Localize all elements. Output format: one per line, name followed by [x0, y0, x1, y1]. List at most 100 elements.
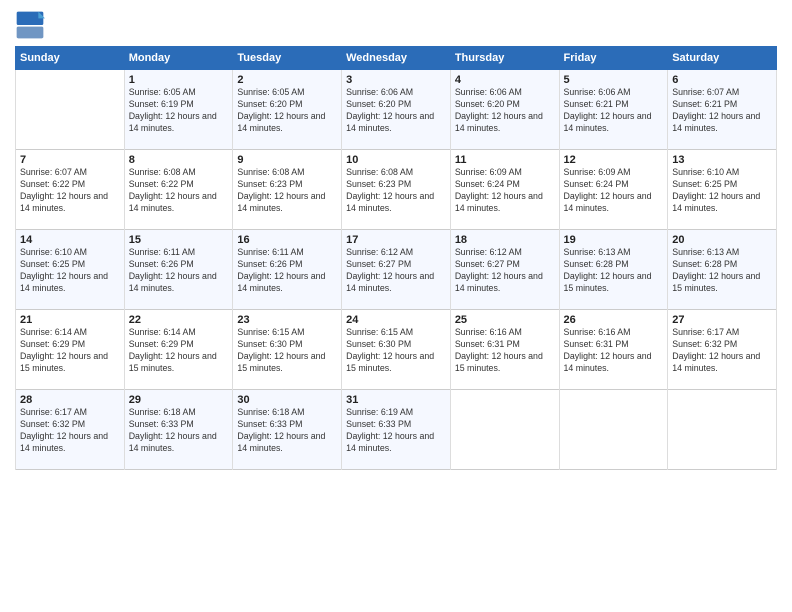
day-number: 20 [672, 234, 772, 246]
day-number: 17 [346, 234, 446, 246]
day-number: 6 [672, 74, 772, 86]
cell-content: Sunrise: 6:10 AM Sunset: 6:25 PM Dayligh… [20, 247, 120, 295]
calendar-table: SundayMondayTuesdayWednesdayThursdayFrid… [15, 46, 777, 470]
day-number: 5 [564, 74, 664, 86]
cell-content: Sunrise: 6:13 AM Sunset: 6:28 PM Dayligh… [564, 247, 664, 295]
cell-content: Sunrise: 6:15 AM Sunset: 6:30 PM Dayligh… [237, 327, 337, 375]
logo [15, 10, 49, 40]
cell-content: Sunrise: 6:12 AM Sunset: 6:27 PM Dayligh… [455, 247, 555, 295]
cell-content: Sunrise: 6:16 AM Sunset: 6:31 PM Dayligh… [455, 327, 555, 375]
cell-content: Sunrise: 6:09 AM Sunset: 6:24 PM Dayligh… [455, 167, 555, 215]
calendar-cell: 13Sunrise: 6:10 AM Sunset: 6:25 PM Dayli… [668, 150, 777, 230]
cell-content: Sunrise: 6:05 AM Sunset: 6:19 PM Dayligh… [129, 87, 229, 135]
calendar-cell [668, 390, 777, 470]
cell-content: Sunrise: 6:07 AM Sunset: 6:22 PM Dayligh… [20, 167, 120, 215]
day-number: 26 [564, 314, 664, 326]
weekday-header-tuesday: Tuesday [233, 47, 342, 70]
calendar-cell: 5Sunrise: 6:06 AM Sunset: 6:21 PM Daylig… [559, 70, 668, 150]
cell-content: Sunrise: 6:08 AM Sunset: 6:22 PM Dayligh… [129, 167, 229, 215]
calendar-cell: 29Sunrise: 6:18 AM Sunset: 6:33 PM Dayli… [124, 390, 233, 470]
calendar-cell: 7Sunrise: 6:07 AM Sunset: 6:22 PM Daylig… [16, 150, 125, 230]
cell-content: Sunrise: 6:11 AM Sunset: 6:26 PM Dayligh… [129, 247, 229, 295]
calendar-cell: 1Sunrise: 6:05 AM Sunset: 6:19 PM Daylig… [124, 70, 233, 150]
day-number: 29 [129, 394, 229, 406]
calendar-cell: 8Sunrise: 6:08 AM Sunset: 6:22 PM Daylig… [124, 150, 233, 230]
day-number: 19 [564, 234, 664, 246]
calendar-cell: 17Sunrise: 6:12 AM Sunset: 6:27 PM Dayli… [342, 230, 451, 310]
calendar-cell: 9Sunrise: 6:08 AM Sunset: 6:23 PM Daylig… [233, 150, 342, 230]
calendar-cell: 18Sunrise: 6:12 AM Sunset: 6:27 PM Dayli… [450, 230, 559, 310]
cell-content: Sunrise: 6:18 AM Sunset: 6:33 PM Dayligh… [129, 407, 229, 455]
weekday-header-friday: Friday [559, 47, 668, 70]
day-number: 30 [237, 394, 337, 406]
cell-content: Sunrise: 6:18 AM Sunset: 6:33 PM Dayligh… [237, 407, 337, 455]
cell-content: Sunrise: 6:16 AM Sunset: 6:31 PM Dayligh… [564, 327, 664, 375]
day-number: 24 [346, 314, 446, 326]
calendar-cell: 10Sunrise: 6:08 AM Sunset: 6:23 PM Dayli… [342, 150, 451, 230]
day-number: 15 [129, 234, 229, 246]
cell-content: Sunrise: 6:06 AM Sunset: 6:21 PM Dayligh… [564, 87, 664, 135]
day-number: 8 [129, 154, 229, 166]
calendar-cell: 14Sunrise: 6:10 AM Sunset: 6:25 PM Dayli… [16, 230, 125, 310]
calendar-cell: 20Sunrise: 6:13 AM Sunset: 6:28 PM Dayli… [668, 230, 777, 310]
calendar-cell: 2Sunrise: 6:05 AM Sunset: 6:20 PM Daylig… [233, 70, 342, 150]
weekday-header-saturday: Saturday [668, 47, 777, 70]
cell-content: Sunrise: 6:14 AM Sunset: 6:29 PM Dayligh… [129, 327, 229, 375]
calendar-cell: 25Sunrise: 6:16 AM Sunset: 6:31 PM Dayli… [450, 310, 559, 390]
day-number: 16 [237, 234, 337, 246]
calendar-cell: 27Sunrise: 6:17 AM Sunset: 6:32 PM Dayli… [668, 310, 777, 390]
calendar-cell: 15Sunrise: 6:11 AM Sunset: 6:26 PM Dayli… [124, 230, 233, 310]
cell-content: Sunrise: 6:09 AM Sunset: 6:24 PM Dayligh… [564, 167, 664, 215]
calendar-cell: 22Sunrise: 6:14 AM Sunset: 6:29 PM Dayli… [124, 310, 233, 390]
calendar-header: SundayMondayTuesdayWednesdayThursdayFrid… [16, 47, 777, 70]
cell-content: Sunrise: 6:08 AM Sunset: 6:23 PM Dayligh… [237, 167, 337, 215]
calendar-cell: 19Sunrise: 6:13 AM Sunset: 6:28 PM Dayli… [559, 230, 668, 310]
calendar-cell [450, 390, 559, 470]
day-number: 27 [672, 314, 772, 326]
calendar-cell: 11Sunrise: 6:09 AM Sunset: 6:24 PM Dayli… [450, 150, 559, 230]
day-number: 18 [455, 234, 555, 246]
day-number: 25 [455, 314, 555, 326]
day-number: 23 [237, 314, 337, 326]
cell-content: Sunrise: 6:06 AM Sunset: 6:20 PM Dayligh… [346, 87, 446, 135]
cell-content: Sunrise: 6:19 AM Sunset: 6:33 PM Dayligh… [346, 407, 446, 455]
day-number: 4 [455, 74, 555, 86]
weekday-header-monday: Monday [124, 47, 233, 70]
cell-content: Sunrise: 6:06 AM Sunset: 6:20 PM Dayligh… [455, 87, 555, 135]
calendar-cell [16, 70, 125, 150]
calendar-cell: 30Sunrise: 6:18 AM Sunset: 6:33 PM Dayli… [233, 390, 342, 470]
day-number: 1 [129, 74, 229, 86]
calendar-cell: 24Sunrise: 6:15 AM Sunset: 6:30 PM Dayli… [342, 310, 451, 390]
cell-content: Sunrise: 6:08 AM Sunset: 6:23 PM Dayligh… [346, 167, 446, 215]
day-number: 21 [20, 314, 120, 326]
day-number: 2 [237, 74, 337, 86]
cell-content: Sunrise: 6:17 AM Sunset: 6:32 PM Dayligh… [20, 407, 120, 455]
calendar-cell: 28Sunrise: 6:17 AM Sunset: 6:32 PM Dayli… [16, 390, 125, 470]
day-number: 13 [672, 154, 772, 166]
calendar-cell [559, 390, 668, 470]
day-number: 3 [346, 74, 446, 86]
calendar-cell: 12Sunrise: 6:09 AM Sunset: 6:24 PM Dayli… [559, 150, 668, 230]
cell-content: Sunrise: 6:15 AM Sunset: 6:30 PM Dayligh… [346, 327, 446, 375]
calendar-cell: 16Sunrise: 6:11 AM Sunset: 6:26 PM Dayli… [233, 230, 342, 310]
day-number: 9 [237, 154, 337, 166]
day-number: 28 [20, 394, 120, 406]
day-number: 7 [20, 154, 120, 166]
cell-content: Sunrise: 6:11 AM Sunset: 6:26 PM Dayligh… [237, 247, 337, 295]
weekday-header-wednesday: Wednesday [342, 47, 451, 70]
calendar-cell: 4Sunrise: 6:06 AM Sunset: 6:20 PM Daylig… [450, 70, 559, 150]
calendar-cell: 23Sunrise: 6:15 AM Sunset: 6:30 PM Dayli… [233, 310, 342, 390]
calendar-cell: 3Sunrise: 6:06 AM Sunset: 6:20 PM Daylig… [342, 70, 451, 150]
header [15, 10, 777, 40]
cell-content: Sunrise: 6:14 AM Sunset: 6:29 PM Dayligh… [20, 327, 120, 375]
day-number: 31 [346, 394, 446, 406]
weekday-header-thursday: Thursday [450, 47, 559, 70]
cell-content: Sunrise: 6:17 AM Sunset: 6:32 PM Dayligh… [672, 327, 772, 375]
cell-content: Sunrise: 6:10 AM Sunset: 6:25 PM Dayligh… [672, 167, 772, 215]
calendar-cell: 26Sunrise: 6:16 AM Sunset: 6:31 PM Dayli… [559, 310, 668, 390]
day-number: 22 [129, 314, 229, 326]
weekday-header-sunday: Sunday [16, 47, 125, 70]
day-number: 10 [346, 154, 446, 166]
cell-content: Sunrise: 6:13 AM Sunset: 6:28 PM Dayligh… [672, 247, 772, 295]
day-number: 14 [20, 234, 120, 246]
